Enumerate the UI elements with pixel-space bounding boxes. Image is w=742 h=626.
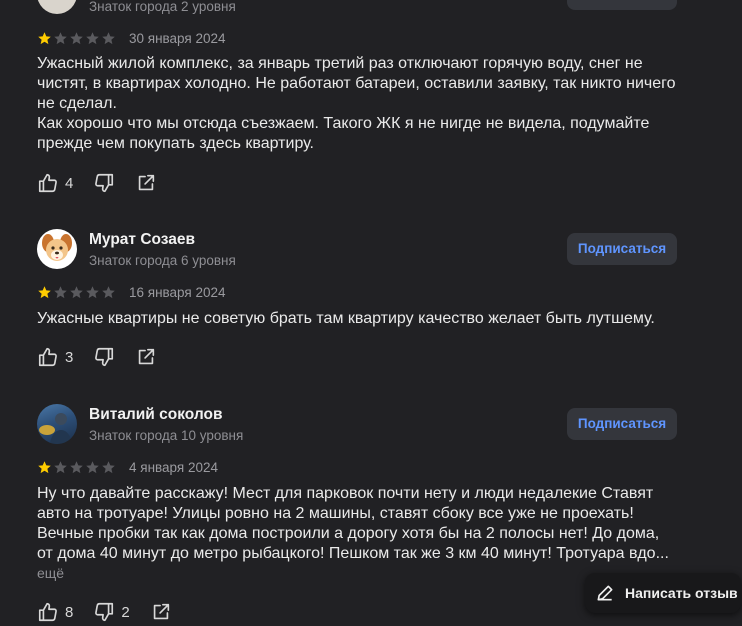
author-level: Знаток города 10 уровня — [89, 428, 244, 443]
dog-face-icon — [42, 234, 72, 261]
star-empty-icon — [86, 286, 99, 299]
star-empty-icon — [102, 286, 115, 299]
photo-avatar[interactable] — [37, 404, 77, 444]
star-empty-icon — [86, 461, 99, 474]
star-empty-icon — [70, 32, 83, 45]
star-filled-icon — [38, 32, 51, 45]
author-name[interactable]: Виталий соколов — [89, 406, 223, 424]
like-button[interactable]: 3 — [37, 346, 73, 368]
thumbs-up-icon — [38, 347, 57, 367]
subscribe-button[interactable]: Подписаться — [567, 408, 677, 440]
rating-stars — [37, 460, 116, 475]
star-empty-icon — [70, 286, 83, 299]
dislike-count: 2 — [121, 603, 130, 621]
rating-stars — [37, 31, 116, 46]
review-paragraph: Ужасные квартиры не советую брать там кв… — [37, 310, 655, 327]
subscribe-button[interactable] — [567, 0, 677, 10]
review-text: Ужасные квартиры не советую брать там кв… — [37, 309, 677, 329]
read-more-link[interactable]: ещё — [37, 565, 64, 581]
review-actions: 3 — [37, 346, 177, 368]
thumbs-up-icon — [38, 602, 57, 622]
star-empty-icon — [54, 461, 67, 474]
dislike-button[interactable] — [93, 346, 115, 368]
review-text: Ну что давайте расскажу! Мест для парков… — [37, 484, 677, 564]
star-empty-icon — [54, 32, 67, 45]
share-button[interactable] — [135, 172, 157, 194]
review-date: 30 января 2024 — [129, 31, 226, 46]
pencil-icon — [597, 585, 613, 601]
subscribe-button[interactable]: Подписаться — [567, 233, 677, 265]
rating-stars — [37, 285, 116, 300]
review-date: 4 января 2024 — [129, 460, 219, 475]
review-paragraph: Ну что давайте расскажу! Мест для парков… — [37, 485, 669, 562]
like-button[interactable]: 4 — [37, 172, 73, 194]
dislike-button[interactable]: 2 — [93, 601, 130, 623]
person-photo-icon — [39, 413, 72, 444]
thumbs-down-icon — [95, 173, 114, 193]
avatar[interactable] — [37, 0, 77, 14]
share-button[interactable] — [135, 346, 157, 368]
star-empty-icon — [102, 461, 115, 474]
share-icon — [139, 348, 155, 365]
like-count: 4 — [65, 174, 74, 192]
review-actions: 8 2 — [37, 601, 192, 623]
dislike-button[interactable] — [93, 172, 115, 194]
thumbs-up-icon — [38, 173, 57, 193]
like-count: 3 — [65, 348, 74, 366]
review-actions: 4 — [37, 172, 177, 194]
author-level: Знаток города 2 уровня — [89, 0, 236, 14]
author-level: Знаток города 6 уровня — [89, 253, 236, 268]
thumbs-down-icon — [95, 347, 114, 367]
review-paragraph: Как хорошо что мы отсюда съезжаем. Таког… — [37, 115, 650, 152]
author-name[interactable]: Мурат Созаев — [89, 231, 195, 249]
review-text: Ужасный жилой комплекс, за январь третий… — [37, 54, 677, 154]
star-empty-icon — [54, 286, 67, 299]
write-review-button[interactable]: Написать отзыв — [585, 573, 741, 613]
star-filled-icon — [38, 461, 51, 474]
like-count: 8 — [65, 603, 74, 621]
star-empty-icon — [102, 32, 115, 45]
share-icon — [139, 174, 155, 191]
review-paragraph: Ужасный жилой комплекс, за январь третий… — [37, 55, 676, 112]
write-review-label: Написать отзыв — [625, 585, 738, 601]
star-empty-icon — [70, 461, 83, 474]
star-empty-icon — [86, 32, 99, 45]
dog-avatar[interactable] — [37, 229, 77, 269]
star-filled-icon — [38, 286, 51, 299]
review-date: 16 января 2024 — [129, 285, 226, 300]
share-button[interactable] — [150, 601, 172, 623]
thumbs-down-icon — [95, 602, 114, 622]
like-button[interactable]: 8 — [37, 601, 73, 623]
share-icon — [153, 603, 169, 620]
